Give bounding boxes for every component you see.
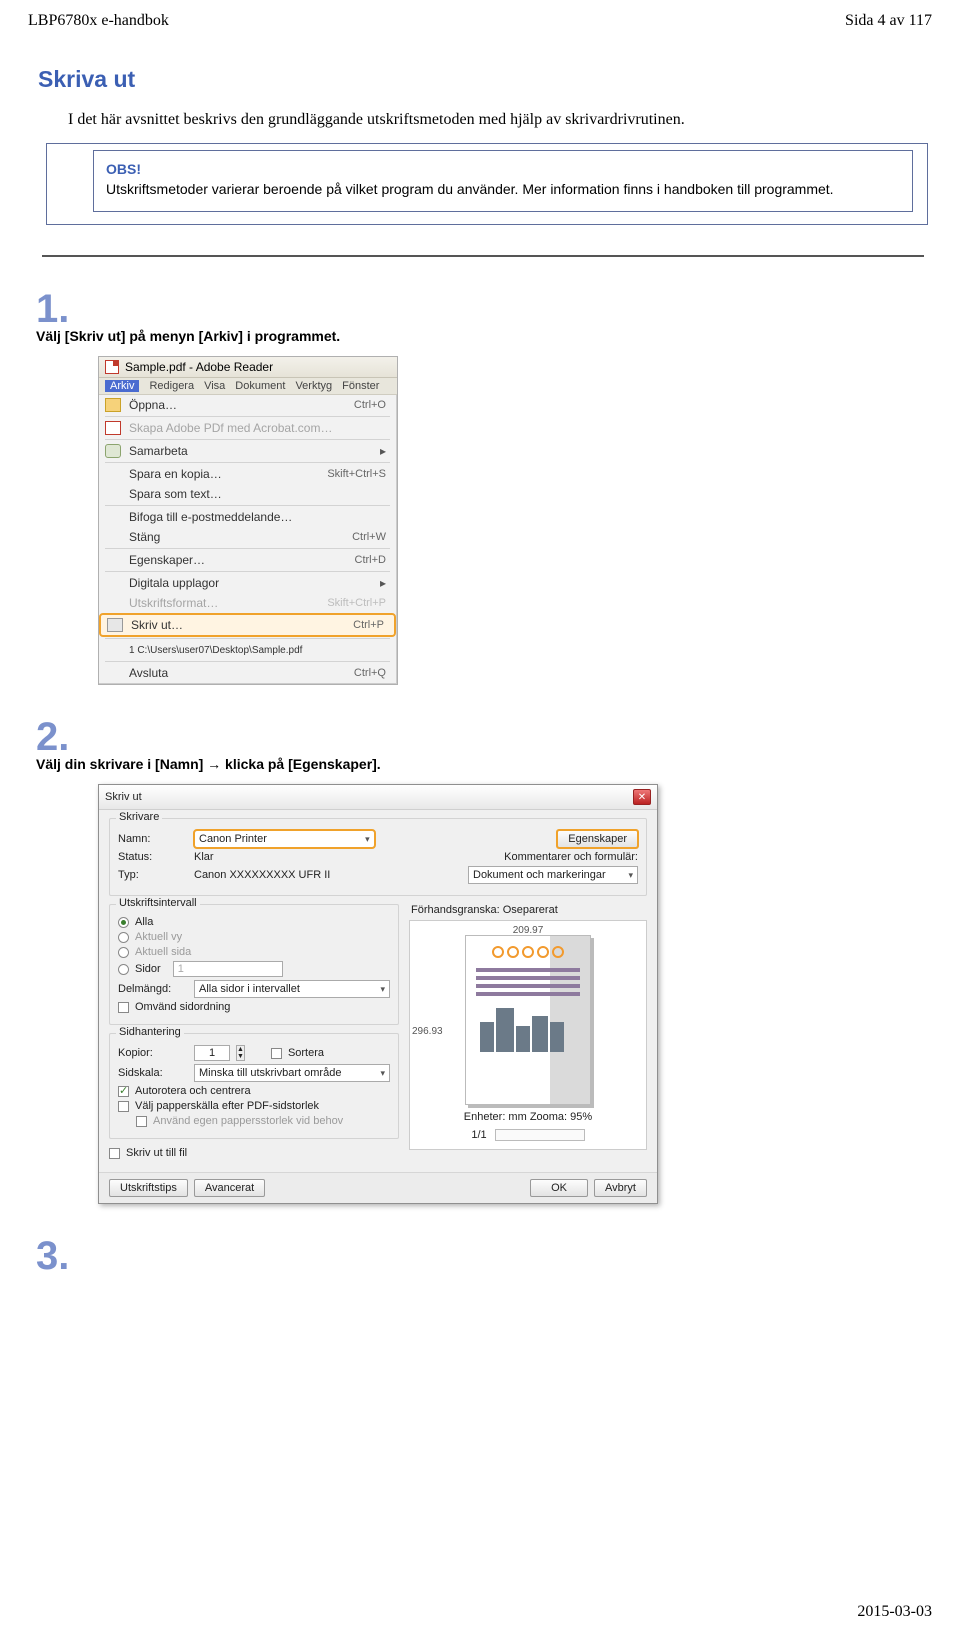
menubar-visa[interactable]: Visa [204,380,225,392]
name-label: Namn: [118,833,188,845]
print-preview: 209.97 296.93 Enheter: mm Zooma: 95% 1/1 [409,920,647,1150]
divider [42,255,924,257]
preview-units: Enheter: mm Zooma: 95% [418,1111,638,1123]
menu-spara-text[interactable]: Spara som text… [99,484,396,504]
header-left: LBP6780x e-handbok [28,12,169,30]
menu-egenskaper[interactable]: Egenskaper…Ctrl+D [99,550,396,570]
menu-dropdown: Öppna…Ctrl+O Skapa Adobe PDf med Acrobat… [99,395,397,684]
advanced-button[interactable]: Avancerat [194,1179,265,1197]
menu-recent1[interactable]: 1 C:\Users\user07\Desktop\Sample.pdf [99,640,396,660]
menu-skapa-pdf: Skapa Adobe PDf med Acrobat.com… [99,418,396,438]
menubar-dokument[interactable]: Dokument [235,380,285,392]
step2-number: 2. [36,715,932,760]
obs-text: Utskriftsmetoder varierar beroende på vi… [106,181,900,197]
preview-page: 1/1 [471,1129,486,1141]
menu-titlebar: Sample.pdf - Adobe Reader [99,357,397,378]
menu-digitala[interactable]: Digitala upplagor▸ [99,573,396,593]
pdf-icon [105,360,119,374]
collate-check[interactable] [271,1048,282,1059]
radio-currentpage[interactable] [118,947,129,958]
intro-text: I det här avsnittet beskrivs den grundlä… [68,111,932,129]
subset-select[interactable]: Alla sidor i intervallet▾ [194,980,390,998]
close-icon[interactable]: ✕ [633,789,651,805]
comments-label: Kommentarer och formulär: [504,851,638,863]
obs-outer: OBS! Utskriftsmetoder varierar beroende … [46,143,928,225]
ok-button[interactable]: OK [530,1179,588,1197]
obs-heading: OBS! [106,161,900,177]
reverse-check[interactable] [118,1002,129,1013]
pdfsource-check[interactable] [118,1101,129,1112]
printer-group: Skrivare Namn: Canon Printer▾ Egenskaper… [109,818,647,896]
cancel-button[interactable]: Avbryt [594,1179,647,1197]
preview-height: 296.93 [412,1026,443,1037]
properties-button[interactable]: Egenskaper [557,830,638,848]
menu-oppna[interactable]: Öppna…Ctrl+O [99,395,396,415]
menu-avsluta[interactable]: AvslutaCtrl+Q [99,663,396,683]
menubar-fonster[interactable]: Fönster [342,380,379,392]
printer-icon [107,618,123,632]
scale-select[interactable]: Minska till utskrivbart område▾ [194,1064,390,1082]
preview-circles-icon [474,946,582,962]
menu-bifoga[interactable]: Bifoga till e-postmeddelande… [99,507,396,527]
step3-number: 3. [36,1234,932,1279]
step1-text: Välj [Skriv ut] på menyn [Arkiv] i progr… [36,328,932,344]
radio-all[interactable] [118,917,129,928]
comments-select[interactable]: Dokument och markeringar▾ [468,866,638,884]
type-value: Canon XXXXXXXXX UFR II [194,869,330,881]
handling-group: Sidhantering Kopior: 1 ▲▼ Sortera Sidska… [109,1033,399,1139]
tips-button[interactable]: Utskriftstips [109,1179,188,1197]
people-icon [105,444,121,458]
menu-samarbeta[interactable]: Samarbeta▸ [99,441,396,461]
header-right: Sida 4 av 117 [845,12,932,30]
menubar-redigera[interactable]: Redigera [149,380,194,392]
menu-skriv-ut[interactable]: Skriv ut…Ctrl+P [99,613,396,637]
folder-icon [105,398,121,412]
menu-spara-kopia[interactable]: Spara en kopia…Skift+Ctrl+S [99,464,396,484]
menu-stang[interactable]: StängCtrl+W [99,527,396,547]
preview-buildings-icon [474,1006,582,1052]
dialog-title: Skriv ut [105,791,142,803]
menubar-arkiv[interactable]: Arkiv [105,380,139,392]
custom-size-check [136,1116,147,1127]
preview-scrollbar[interactable] [495,1129,585,1141]
print-dialog: Skriv ut ✕ Skrivare Namn: Canon Printer▾… [98,784,658,1204]
step2-text: Välj din skrivare i [Namn] → klicka på [… [36,756,932,772]
pages-input[interactable]: 1 [173,961,283,977]
autorotate-check[interactable] [118,1086,129,1097]
tofile-check[interactable] [109,1148,120,1159]
status-label: Status: [118,851,188,863]
copies-up[interactable]: ▲ [237,1046,244,1053]
footer-date: 2015-03-03 [857,1603,932,1621]
menu-utskriftsformat: Utskriftsformat…Skift+Ctrl+P [99,593,396,613]
status-value: Klar [194,851,214,863]
obs-box: OBS! Utskriftsmetoder varierar beroende … [93,150,913,212]
radio-pages[interactable] [118,964,129,975]
preview-label: Förhandsgranska: Oseparerat [411,904,647,916]
menu-window: Sample.pdf - Adobe Reader Arkiv Redigera… [98,356,398,685]
menubar-verktyg[interactable]: Verktyg [295,380,332,392]
step1-number: 1. [36,287,932,332]
copies-down[interactable]: ▼ [237,1053,244,1060]
subset-label: Delmängd: [118,983,188,995]
radio-currentview[interactable] [118,932,129,943]
menu-bar: Arkiv Redigera Visa Dokument Verktyg Fön… [99,378,397,395]
copies-label: Kopior: [118,1047,188,1059]
range-group: Utskriftsintervall Alla Aktuell vy Aktue… [109,904,399,1025]
pdf-small-icon [105,421,121,435]
copies-input[interactable]: 1 [194,1045,230,1061]
type-label: Typ: [118,869,188,881]
scale-label: Sidskala: [118,1067,188,1079]
page-title: Skriva ut [38,66,932,93]
printer-name-select[interactable]: Canon Printer▾ [194,830,375,848]
menu-wintitle: Sample.pdf - Adobe Reader [125,360,273,374]
